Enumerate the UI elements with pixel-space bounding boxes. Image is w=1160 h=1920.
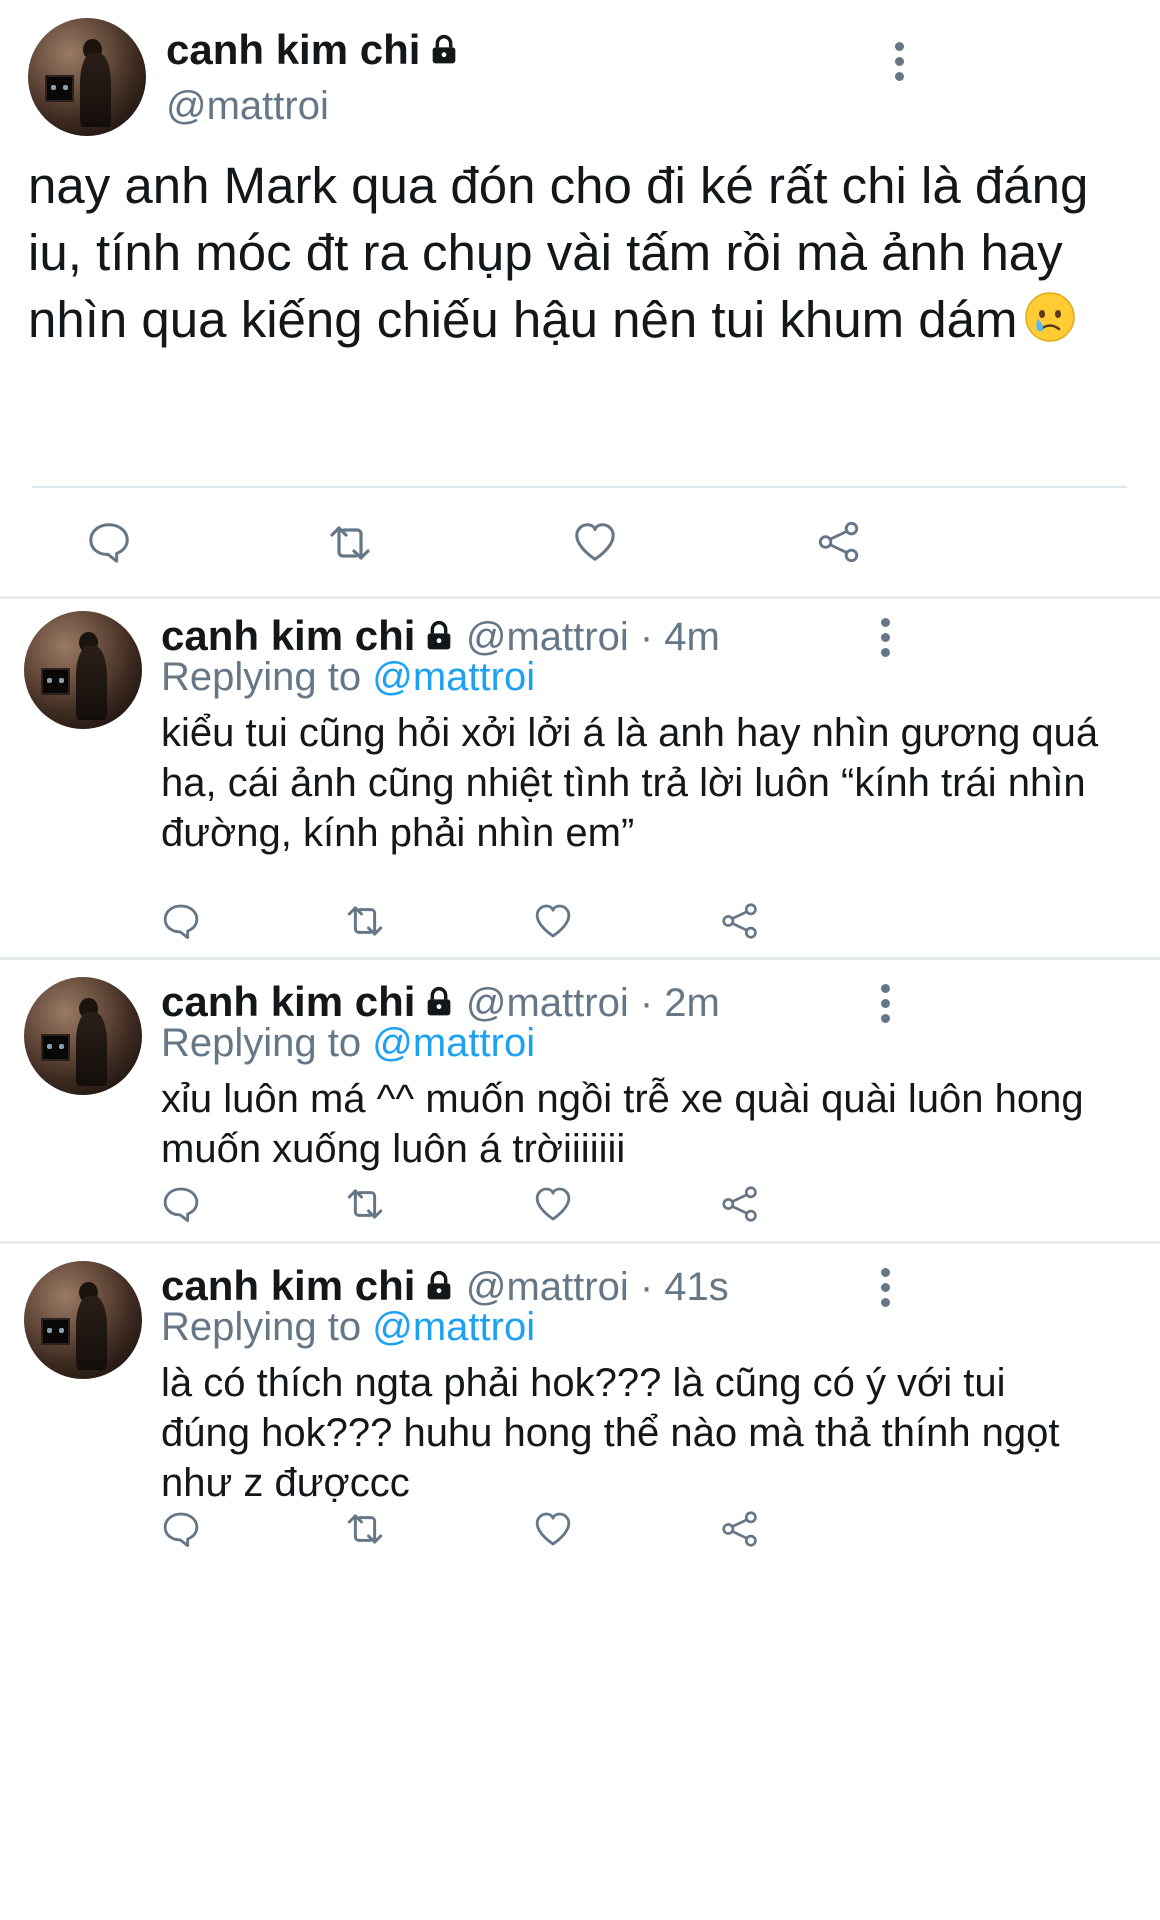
more-vertical-icon[interactable]: [879, 1268, 891, 1313]
replying-label: Replying to: [161, 655, 362, 699]
share-icon[interactable]: [720, 1509, 760, 1549]
replying-to: Replying to @mattroi: [161, 1305, 535, 1350]
share-icon[interactable]: [720, 1184, 760, 1224]
heart-icon[interactable]: [533, 1184, 573, 1224]
author-name[interactable]: canh kim chi: [166, 26, 420, 73]
reply-text: xỉu luôn má ^^ muốn ngồi trễ xe quài quà…: [161, 1077, 1084, 1171]
divider: [0, 957, 1160, 960]
reply-text: kiểu tui cũng hỏi xởi lởi á là anh hay n…: [161, 711, 1099, 855]
replying-handle-link[interactable]: @mattroi: [372, 655, 535, 699]
reply-icon[interactable]: [161, 901, 201, 941]
avatar[interactable]: [24, 977, 142, 1095]
avatar[interactable]: [24, 1261, 142, 1379]
share-icon[interactable]: [720, 901, 760, 941]
divider: [32, 486, 1127, 488]
more-vertical-icon[interactable]: [879, 984, 891, 1029]
author-handle[interactable]: @mattroi: [166, 84, 329, 129]
lock-icon: [423, 986, 455, 1018]
tweet-meta: @mattroi · 2m: [465, 981, 720, 1025]
author-name[interactable]: canh kim chi: [161, 612, 415, 659]
tweet-meta: @mattroi · 4m: [465, 615, 720, 659]
avatar[interactable]: [24, 611, 142, 729]
replying-handle-link[interactable]: @mattroi: [372, 1021, 535, 1065]
more-vertical-icon[interactable]: [893, 42, 905, 87]
reply-icon[interactable]: [161, 1509, 201, 1549]
author-name[interactable]: canh kim chi: [161, 1262, 415, 1309]
divider: [0, 1241, 1160, 1244]
share-icon[interactable]: [816, 519, 862, 565]
replying-to: Replying to @mattroi: [161, 1021, 535, 1066]
reply-icon[interactable]: [161, 1184, 201, 1224]
more-vertical-icon[interactable]: [879, 618, 891, 663]
crying-face-emoji: [1024, 291, 1076, 343]
author-name[interactable]: canh kim chi: [161, 978, 415, 1025]
divider: [0, 596, 1160, 599]
retweet-icon[interactable]: [344, 1183, 386, 1225]
retweet-icon[interactable]: [344, 1508, 386, 1550]
tweet-meta: @mattroi · 41s: [465, 1265, 729, 1309]
heart-icon[interactable]: [533, 901, 573, 941]
lock-icon: [423, 1270, 455, 1302]
reply-icon[interactable]: [86, 519, 132, 565]
replying-label: Replying to: [161, 1021, 362, 1065]
replying-label: Replying to: [161, 1305, 362, 1349]
heart-icon[interactable]: [572, 519, 618, 565]
heart-icon[interactable]: [533, 1509, 573, 1549]
replying-to: Replying to @mattroi: [161, 655, 535, 700]
avatar[interactable]: [28, 18, 146, 136]
replying-handle-link[interactable]: @mattroi: [372, 1305, 535, 1349]
reply-text: là có thích ngta phải hok??? là cũng có …: [161, 1361, 1060, 1505]
lock-icon: [423, 620, 455, 652]
retweet-icon[interactable]: [326, 519, 374, 567]
tweet-text: nay anh Mark qua đón cho đi ké rất chi l…: [28, 157, 1089, 348]
lock-icon: [428, 34, 460, 66]
retweet-icon[interactable]: [344, 900, 386, 942]
